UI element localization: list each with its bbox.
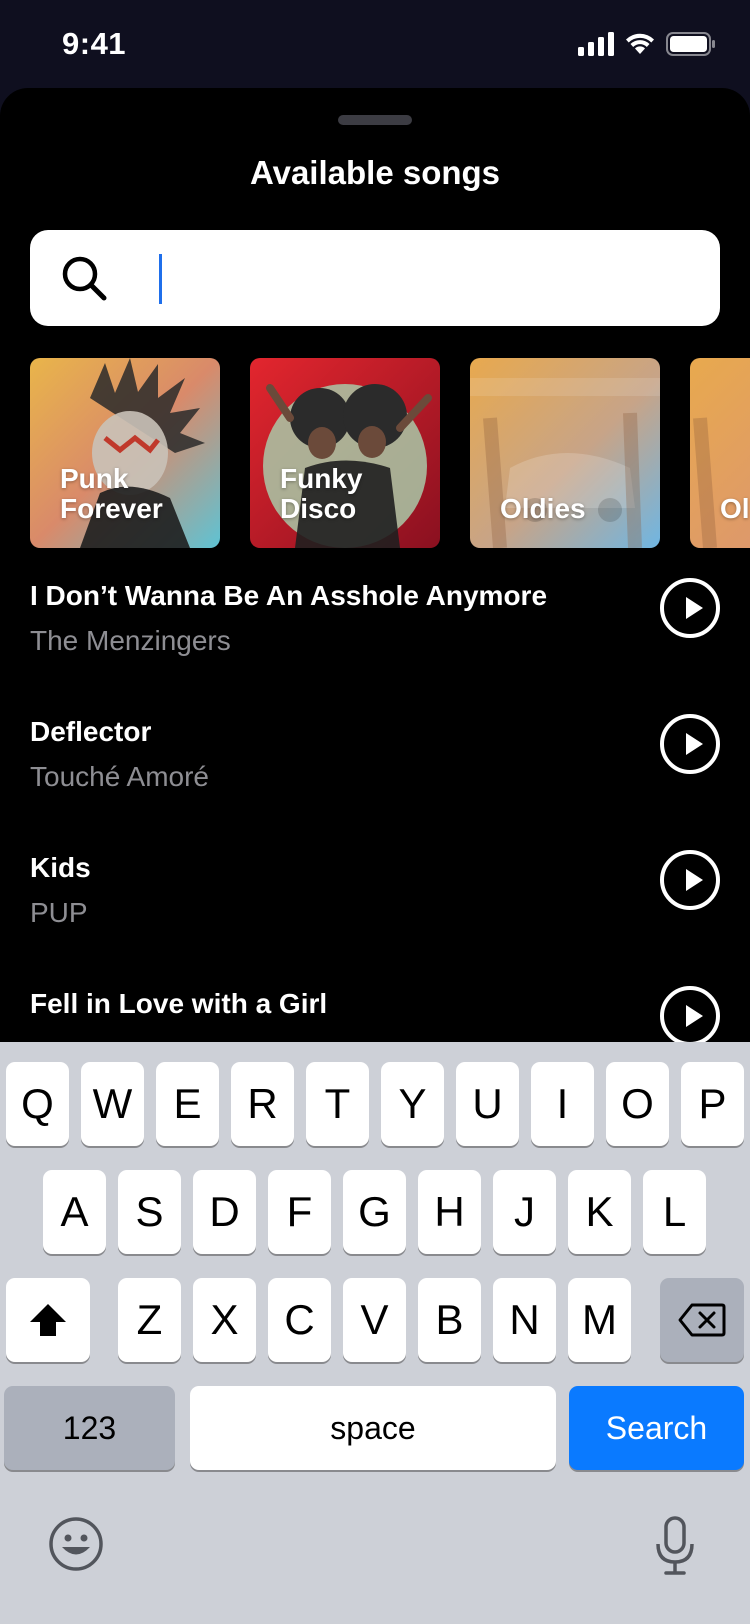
status-time: 9:41 bbox=[62, 26, 127, 61]
key-r[interactable]: R bbox=[231, 1062, 294, 1146]
microphone-icon[interactable] bbox=[655, 1516, 695, 1576]
key-x[interactable]: X bbox=[193, 1278, 256, 1362]
status-bar: 9:41 bbox=[0, 0, 750, 90]
sheet-grabber[interactable] bbox=[338, 115, 412, 125]
software-keyboard: Q W E R T Y U I O P A S D F G H J K L Z … bbox=[0, 1042, 750, 1624]
key-j[interactable]: J bbox=[493, 1170, 556, 1254]
key-q[interactable]: Q bbox=[6, 1062, 69, 1146]
search-input[interactable] bbox=[166, 250, 686, 306]
play-icon[interactable] bbox=[660, 850, 720, 910]
playlist-tile-funky-disco[interactable]: Funky Disco bbox=[250, 358, 440, 548]
playlist-carousel[interactable]: Punk Forever Funky Disco Oldies Ol bbox=[30, 358, 750, 548]
playlist-label: Punk Forever bbox=[60, 463, 163, 524]
search-bar[interactable] bbox=[30, 230, 720, 326]
song-title: I Don’t Wanna Be An Asshole Anymore bbox=[30, 580, 548, 611]
cellular-signal-icon bbox=[578, 32, 614, 56]
song-title: Fell in Love with a Girl bbox=[30, 988, 328, 1019]
key-w[interactable]: W bbox=[81, 1062, 144, 1146]
key-c[interactable]: C bbox=[268, 1278, 331, 1362]
key-n[interactable]: N bbox=[493, 1278, 556, 1362]
status-icons bbox=[578, 32, 716, 56]
delete-icon bbox=[678, 1303, 726, 1337]
key-i[interactable]: I bbox=[531, 1062, 594, 1146]
key-a[interactable]: A bbox=[43, 1170, 106, 1254]
shift-icon bbox=[30, 1304, 66, 1336]
sheet-title: Available songs bbox=[249, 154, 501, 191]
delete-key[interactable] bbox=[660, 1278, 744, 1362]
search-key[interactable]: Search bbox=[569, 1386, 744, 1470]
play-icon[interactable] bbox=[660, 578, 720, 638]
playlist-label: Funky Disco bbox=[280, 463, 363, 524]
key-b[interactable]: B bbox=[418, 1278, 481, 1362]
text-cursor bbox=[159, 254, 162, 304]
song-artist: PUP bbox=[30, 897, 88, 928]
song-title: Deflector bbox=[30, 716, 152, 747]
song-row[interactable]: Deflector Touché Amoré bbox=[30, 714, 720, 826]
song-row[interactable]: Kids PUP bbox=[30, 850, 720, 962]
song-artist: The Menzingers bbox=[30, 625, 231, 656]
playlist-tile-punk-forever[interactable]: Punk Forever bbox=[30, 358, 220, 548]
play-icon[interactable] bbox=[660, 714, 720, 774]
key-l[interactable]: L bbox=[643, 1170, 706, 1254]
numbers-key[interactable]: 123 bbox=[4, 1386, 175, 1470]
space-key[interactable]: space bbox=[190, 1386, 556, 1470]
shift-key[interactable] bbox=[6, 1278, 90, 1362]
wifi-icon bbox=[626, 33, 654, 54]
play-icon[interactable] bbox=[660, 986, 720, 1046]
key-z[interactable]: Z bbox=[118, 1278, 181, 1362]
key-u[interactable]: U bbox=[456, 1062, 519, 1146]
emoji-icon[interactable] bbox=[48, 1516, 104, 1572]
key-p[interactable]: P bbox=[681, 1062, 744, 1146]
key-m[interactable]: M bbox=[568, 1278, 631, 1362]
song-artist: Touché Amoré bbox=[30, 761, 209, 792]
key-v[interactable]: V bbox=[343, 1278, 406, 1362]
key-f[interactable]: F bbox=[268, 1170, 331, 1254]
key-k[interactable]: K bbox=[568, 1170, 631, 1254]
playlist-label: Oldies bbox=[500, 493, 586, 524]
playlist-tile-partial[interactable]: Ol bbox=[690, 358, 750, 548]
key-y[interactable]: Y bbox=[381, 1062, 444, 1146]
key-s[interactable]: S bbox=[118, 1170, 181, 1254]
battery-icon bbox=[666, 32, 715, 56]
key-t[interactable]: T bbox=[306, 1062, 369, 1146]
key-g[interactable]: G bbox=[343, 1170, 406, 1254]
song-title: Kids bbox=[30, 852, 91, 883]
key-d[interactable]: D bbox=[193, 1170, 256, 1254]
search-icon bbox=[62, 256, 107, 301]
playlist-label: Ol bbox=[720, 493, 750, 524]
playlist-tile-oldies[interactable]: Oldies bbox=[470, 358, 660, 548]
key-e[interactable]: E bbox=[156, 1062, 219, 1146]
key-o[interactable]: O bbox=[606, 1062, 669, 1146]
key-h[interactable]: H bbox=[418, 1170, 481, 1254]
song-row[interactable]: I Don’t Wanna Be An Asshole Anymore The … bbox=[30, 578, 720, 690]
